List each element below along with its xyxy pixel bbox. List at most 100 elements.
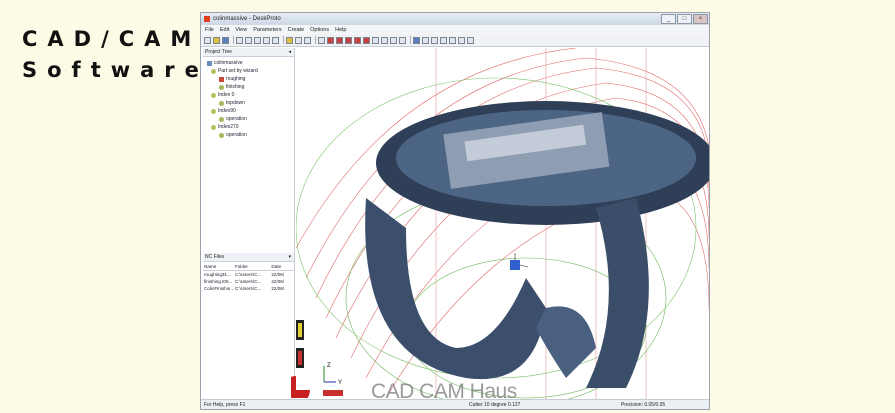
dropdown-icon[interactable]: ▾ (288, 253, 291, 261)
view-iso-icon[interactable] (390, 36, 397, 44)
new-file-icon[interactable] (204, 36, 211, 44)
cell-date: 22/06/ (271, 286, 285, 291)
render-toolpath-icon[interactable] (336, 36, 343, 44)
cell-folder: C:\Users\C... (234, 279, 262, 284)
tree-item-label: finishing (226, 84, 245, 90)
red-mode-fill (298, 351, 302, 365)
toolbar-separator (315, 36, 316, 44)
whats-this-icon[interactable] (467, 36, 474, 44)
column-header-name[interactable]: Name (203, 262, 234, 271)
column-header-date[interactable]: Date (270, 262, 294, 271)
yellow-mode-fill (298, 323, 302, 337)
tree-item[interactable]: Index270 (205, 123, 292, 131)
toolbar-separator (283, 36, 284, 44)
watermark: CAD CAM Haus (371, 380, 517, 403)
table-icon[interactable] (304, 36, 311, 44)
app-icon (204, 16, 210, 22)
operation-icon (219, 132, 224, 138)
tree-item-label: Index90 (218, 108, 236, 114)
operation-icon (219, 84, 224, 90)
zoom-window-icon[interactable] (413, 36, 420, 44)
column-header-folder[interactable]: Folder (233, 262, 271, 271)
part-icon (211, 92, 216, 98)
left-pane: Project Tree ◂ colinmassive Part set by … (203, 48, 295, 409)
tree-item[interactable]: operation (205, 115, 292, 123)
view-front-icon[interactable] (381, 36, 388, 44)
axis-triad (510, 253, 529, 270)
tree-item[interactable]: Index 0 (205, 91, 292, 99)
nc-files-title: NC Files (205, 254, 225, 260)
undo-icon[interactable] (236, 36, 243, 44)
menu-help[interactable]: Help (335, 27, 346, 33)
pin-icon[interactable]: ◂ (288, 48, 291, 56)
tree-item-label: roughing (226, 76, 246, 82)
menu-bar: File Edit View Parameters Create Options… (201, 25, 709, 34)
view-controls (291, 320, 343, 398)
cell-folder: C:\Users\C... (234, 272, 262, 277)
render-simulation-icon[interactable] (363, 36, 370, 44)
tree-item-label: operation (226, 132, 247, 138)
tree-item[interactable]: topdown (205, 99, 292, 107)
menu-view[interactable]: View (235, 27, 247, 33)
project-tree-title: Project Tree (205, 49, 232, 55)
save-icon[interactable] (222, 36, 229, 44)
render-stock-icon[interactable] (345, 36, 352, 44)
open-file-icon[interactable] (213, 36, 220, 44)
tree-item-label: colinmassive (214, 60, 243, 66)
maximize-button[interactable]: □ (677, 14, 692, 24)
ring-model (365, 101, 709, 388)
cell-name: roughing31... (204, 272, 231, 277)
tree-item[interactable]: Part set by wizard (205, 67, 292, 75)
tree-item[interactable]: finishing (205, 83, 292, 91)
title-bar: colinmassive - DeskProto _ □ × (201, 13, 709, 25)
toolbar-separator (410, 36, 411, 44)
nc-files-header: NC Files ▾ (203, 253, 294, 262)
tree-item-label: Index 0 (218, 92, 235, 98)
view-right-icon[interactable] (399, 36, 406, 44)
help-icon[interactable] (286, 36, 293, 44)
tree-item[interactable]: colinmassive (205, 59, 292, 67)
question-icon[interactable] (458, 36, 465, 44)
stop-button[interactable] (323, 390, 343, 396)
ring-toolpath-render: Z Y (296, 48, 709, 400)
project-tree: colinmassive Part set by wizard roughing… (203, 57, 294, 141)
measure-icon[interactable] (449, 36, 456, 44)
grid-icon[interactable] (295, 36, 302, 44)
menu-options[interactable]: Options (310, 27, 329, 33)
cut-icon[interactable] (245, 36, 252, 44)
view-top-icon[interactable] (372, 36, 379, 44)
rotate-icon[interactable] (440, 36, 447, 44)
tree-item[interactable]: roughing (205, 75, 292, 83)
zoom-icon[interactable] (431, 36, 438, 44)
window-title: colinmassive - DeskProto (213, 16, 281, 22)
menu-file[interactable]: File (205, 27, 214, 33)
table-row[interactable]: finishing.t06... C:\Users\C... 22/06/ (203, 278, 294, 285)
tree-item-label: topdown (226, 100, 245, 106)
render-mixed-icon[interactable] (354, 36, 361, 44)
print-icon[interactable] (263, 36, 270, 44)
rotate-dial-icon[interactable] (291, 376, 310, 398)
cell-date: 22/06/ (271, 272, 285, 277)
pan-icon[interactable] (422, 36, 429, 44)
tree-item[interactable]: Index90 (205, 107, 292, 115)
copy-icon[interactable] (254, 36, 261, 44)
menu-create[interactable]: Create (288, 27, 305, 33)
tree-item[interactable]: operation (205, 131, 292, 139)
nc-files-table: Name Folder Date roughing31... C:\Users\… (203, 262, 294, 292)
tree-item-label: Part set by wizard (218, 68, 258, 74)
minimize-button[interactable]: _ (661, 14, 676, 24)
menu-edit[interactable]: Edit (220, 27, 229, 33)
toolbar-separator (233, 36, 234, 44)
close-button[interactable]: × (693, 14, 708, 24)
project-icon (207, 60, 212, 66)
cell-name: ColinFinishin... (204, 286, 234, 291)
operation-icon (219, 76, 224, 82)
eye-icon[interactable] (318, 36, 325, 44)
3d-viewport[interactable]: Z Y (296, 48, 709, 400)
table-row[interactable]: ColinFinishin... C:\Users\C... 22/06/ (203, 285, 294, 292)
menu-parameters[interactable]: Parameters (253, 27, 281, 33)
part-icon (211, 124, 216, 130)
preview-icon[interactable] (272, 36, 279, 44)
render-part-icon[interactable] (327, 36, 334, 44)
table-row[interactable]: roughing31... C:\Users\C... 22/06/ (203, 271, 294, 279)
